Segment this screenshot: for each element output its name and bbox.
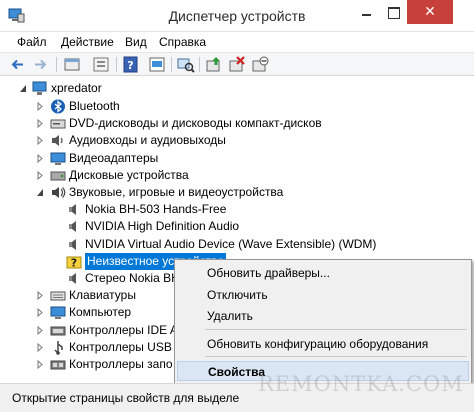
tree-item-label: Контроллеры IDE A — [69, 323, 178, 337]
tree-item-label: Аудиовходы и аудиовыходы — [69, 133, 226, 147]
category-item[interactable]: Дисковые устройства — [0, 167, 474, 184]
expand-arrow-collapsed-icon[interactable] — [36, 136, 44, 145]
tree-item-label: Стерео Nokia BH — [85, 271, 180, 285]
svg-text:?: ? — [127, 59, 133, 72]
uninstall-icon[interactable] — [228, 56, 246, 73]
device-item[interactable]: NVIDIA Virtual Audio Device (Wave Extens… — [0, 236, 474, 253]
context-menu-separator — [205, 329, 467, 330]
usb-controller-icon — [54, 341, 63, 355]
tree-item-label: Клавиатуры — [69, 288, 136, 302]
status-text: Открытие страницы свойств для выделе — [12, 391, 240, 405]
tree-item-label: Дисковые устройства — [69, 168, 189, 182]
tree-item-label: Звуковые, игровые и видеоустройства — [69, 185, 284, 199]
expand-arrow-expanded-icon[interactable] — [19, 84, 27, 93]
back-icon[interactable] — [9, 56, 27, 73]
scan-hardware-icon[interactable] — [177, 56, 195, 73]
tree-item-label: Bluetooth — [69, 99, 120, 113]
menu-action[interactable]: Действие — [61, 35, 114, 49]
tree-item-label: Nokia BH-503 Hands-Free — [85, 202, 227, 216]
disable-icon[interactable] — [251, 56, 269, 73]
expand-arrow-collapsed-icon[interactable] — [36, 154, 44, 163]
title-bar: Диспетчер устройств ✕ — [0, 0, 474, 32]
context-menu-separator — [205, 356, 467, 357]
tree-item-label: Видеоадаптеры — [69, 151, 159, 165]
toolbar-separator — [56, 57, 57, 72]
context-menu-item[interactable]: Удалить — [177, 306, 469, 326]
context-menu-item-label: Удалить — [207, 309, 253, 323]
context-menu: Обновить драйверы... Отключить Удалить Обно… — [174, 259, 472, 387]
context-menu-item[interactable]: Отключить — [177, 285, 469, 305]
tree-root-label: xpredator — [51, 81, 102, 95]
expand-arrow-expanded-icon[interactable] — [36, 188, 44, 197]
context-menu-item[interactable]: Обновить драйверы... — [177, 263, 469, 283]
tree-item-label: Контроллеры USB — [69, 340, 172, 354]
expand-arrow-collapsed-icon[interactable] — [36, 291, 44, 300]
audio-io-icon — [52, 135, 63, 146]
device-item[interactable]: NVIDIA High Definition Audio — [0, 218, 474, 235]
svg-text:?: ? — [71, 257, 77, 270]
sound-icon — [52, 187, 66, 198]
speaker-icon — [69, 204, 76, 215]
speaker-icon — [69, 239, 76, 250]
menu-file[interactable]: Файл — [17, 35, 47, 49]
keyboard-icon — [50, 291, 66, 301]
maximize-button[interactable] — [380, 0, 407, 24]
category-item[interactable]: Видеоадаптеры — [0, 150, 474, 167]
tree-item-label: NVIDIA High Definition Audio — [85, 219, 240, 233]
menu-help[interactable]: Справка — [159, 35, 206, 49]
help-icon[interactable]: ? — [122, 56, 140, 73]
expand-arrow-collapsed-icon[interactable] — [36, 119, 44, 128]
category-item[interactable]: DVD-дисководы и дисководы компакт-дисков — [0, 115, 474, 132]
storage-controller-icon — [50, 360, 66, 370]
expand-arrow-collapsed-icon[interactable] — [36, 343, 44, 352]
category-item[interactable]: Звуковые, игровые и видеоустройства — [0, 184, 474, 201]
update-driver-icon[interactable] — [205, 56, 223, 73]
device-view-icon[interactable] — [148, 56, 166, 73]
context-menu-item-label: Обновить конфигурацию оборудования — [207, 337, 429, 351]
forward-icon[interactable] — [31, 56, 49, 73]
speaker-icon — [69, 221, 76, 232]
menu-view[interactable]: Вид — [125, 35, 147, 49]
watermark: REMONTKA.COM — [258, 372, 464, 396]
disk-drive-icon — [50, 171, 66, 181]
dvd-drive-icon — [50, 119, 66, 129]
device-item[interactable]: Nokia BH-503 Hands-Free — [0, 201, 474, 218]
tree-root[interactable]: xpredator — [0, 80, 474, 97]
category-item[interactable]: Аудиовходы и аудиовыходы — [0, 132, 474, 149]
hide-show-icon[interactable] — [92, 56, 110, 73]
tree-item-label: NVIDIA Virtual Audio Device (Wave Extens… — [85, 237, 377, 251]
category-item[interactable]: Bluetooth — [0, 98, 474, 115]
tree-item-label: DVD-дисководы и дисководы компакт-дисков — [69, 116, 322, 130]
ide-controller-icon — [50, 326, 66, 336]
toolbar-separator — [116, 57, 117, 72]
computer-icon — [50, 306, 66, 319]
expand-arrow-collapsed-icon[interactable] — [36, 102, 44, 111]
computer-root-icon — [32, 81, 47, 95]
speaker-icon — [69, 273, 76, 284]
tree-item-label: Контроллеры запо — [69, 357, 173, 371]
properties-icon[interactable] — [63, 56, 81, 73]
context-menu-item-label: Свойства — [208, 365, 266, 379]
expand-arrow-collapsed-icon[interactable] — [36, 171, 44, 180]
menu-bar: Файл Действие Вид Справка — [0, 32, 474, 52]
context-menu-item-label: Отключить — [207, 288, 268, 302]
toolbar: ? — [0, 52, 474, 76]
toolbar-separator — [171, 57, 172, 72]
toolbar-separator — [199, 57, 200, 72]
unknown-device-icon: ? — [66, 256, 82, 270]
close-button[interactable]: ✕ — [407, 0, 453, 24]
bluetooth-icon — [51, 99, 65, 114]
expand-arrow-collapsed-icon[interactable] — [36, 308, 44, 317]
tree-item-label: Компьютер — [69, 305, 132, 319]
expand-arrow-collapsed-icon[interactable] — [36, 326, 44, 335]
minimize-button[interactable] — [353, 0, 380, 24]
context-menu-item-label: Обновить драйверы... — [207, 266, 330, 280]
context-menu-item[interactable]: Обновить конфигурацию оборудования — [177, 334, 469, 354]
display-adapter-icon — [50, 152, 66, 165]
expand-arrow-collapsed-icon[interactable] — [36, 360, 44, 369]
